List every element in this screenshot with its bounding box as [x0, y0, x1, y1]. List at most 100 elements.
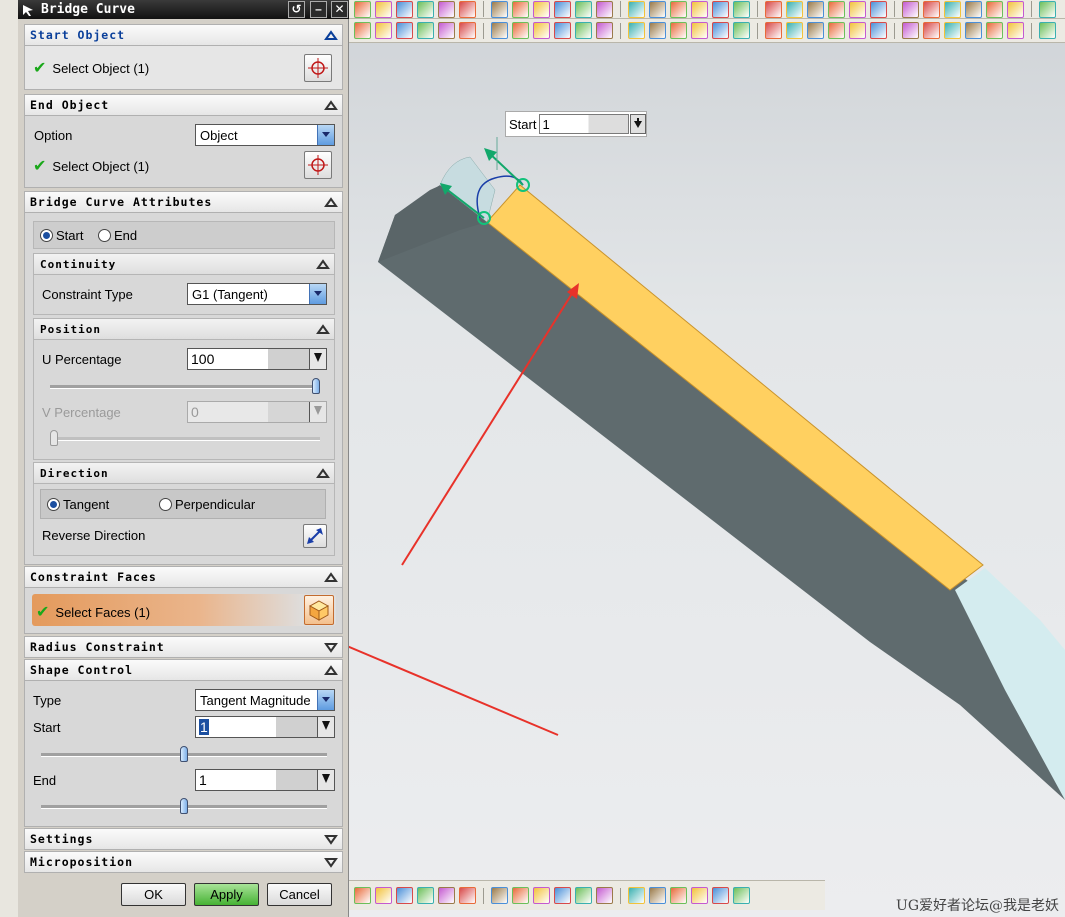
- toolbar-tool-icon[interactable]: [512, 887, 529, 904]
- toolbar-tool-icon[interactable]: [533, 0, 550, 18]
- radio-start[interactable]: Start: [40, 228, 83, 243]
- section-constraint-faces[interactable]: Constraint Faces: [24, 566, 343, 588]
- shape-type-dropdown[interactable]: Tangent Magnitude: [195, 689, 335, 711]
- toolbar-tool-icon[interactable]: [765, 0, 782, 18]
- toolbar-tool-icon[interactable]: [417, 887, 434, 904]
- toolbar-tool-icon[interactable]: [849, 22, 866, 39]
- toolbar-tool-icon[interactable]: [533, 22, 550, 39]
- radio-end-indicator[interactable]: [98, 229, 111, 242]
- viewport-start-input[interactable]: Start 1: [505, 111, 647, 137]
- shape-start-input[interactable]: 1: [195, 716, 335, 738]
- subsection-direction[interactable]: Direction: [33, 462, 335, 484]
- expand-chevron-icon[interactable]: [324, 640, 338, 654]
- u-percentage-input[interactable]: 100: [187, 348, 327, 370]
- cancel-button[interactable]: Cancel: [267, 883, 332, 906]
- toolbar-tool-icon[interactable]: [628, 22, 645, 39]
- toolbar-tool-icon[interactable]: [596, 0, 613, 18]
- toolbar-tool-icon[interactable]: [670, 887, 687, 904]
- toolbar-tool-icon[interactable]: [712, 887, 729, 904]
- toolbar-tool-icon[interactable]: [870, 0, 887, 18]
- radio-perpendicular[interactable]: Perpendicular: [159, 497, 255, 512]
- toolbar-tool-icon[interactable]: [670, 0, 687, 18]
- collapse-chevron-icon[interactable]: [316, 322, 330, 336]
- dialog-titlebar[interactable]: Bridge Curve ↺ – ✕: [18, 0, 349, 19]
- minimize-icon[interactable]: –: [310, 1, 327, 18]
- collapse-chevron-icon[interactable]: [324, 98, 338, 112]
- toolbar-tool-icon[interactable]: [438, 22, 455, 39]
- constraint-type-dropdown[interactable]: G1 (Tangent): [187, 283, 327, 305]
- toolbar-tool-icon[interactable]: [375, 22, 392, 39]
- u-percentage-slider-thumb[interactable]: [312, 378, 320, 394]
- shape-start-slider-thumb[interactable]: [180, 746, 188, 762]
- toolbar-tool-icon[interactable]: [396, 0, 413, 18]
- toolbar-tool-icon[interactable]: [691, 0, 708, 18]
- radio-perpendicular-indicator[interactable]: [159, 498, 172, 511]
- end-select-object-row[interactable]: ✔ Select Object (1): [33, 156, 149, 176]
- section-start-object[interactable]: Start Object: [24, 24, 343, 46]
- viewport-start-dropdown-icon[interactable]: [630, 114, 646, 134]
- spin-down-icon[interactable]: [309, 349, 326, 369]
- toolbar-tool-icon[interactable]: [828, 22, 845, 39]
- toolbar-tool-icon[interactable]: [765, 22, 782, 39]
- toolbar-tool-icon[interactable]: [438, 0, 455, 18]
- apply-button[interactable]: Apply: [194, 883, 259, 906]
- toolbar-tool-icon[interactable]: [491, 887, 508, 904]
- collapse-chevron-icon[interactable]: [324, 570, 338, 584]
- reverse-direction-button[interactable]: [303, 524, 327, 548]
- toolbar-tool-icon[interactable]: [923, 22, 940, 39]
- toolbar-tool-icon[interactable]: [628, 0, 645, 18]
- toolbar-tool-icon[interactable]: [512, 22, 529, 39]
- toolbar-tool-icon[interactable]: [965, 0, 982, 18]
- toolbar-tool-icon[interactable]: [396, 22, 413, 39]
- toolbar-tool-icon[interactable]: [512, 0, 529, 18]
- subsection-position[interactable]: Position: [33, 318, 335, 340]
- shape-end-slider-thumb[interactable]: [180, 798, 188, 814]
- toolbar-tool-icon[interactable]: [1039, 0, 1056, 18]
- toolbar-tool-icon[interactable]: [712, 0, 729, 18]
- section-radius-constraint[interactable]: Radius Constraint: [24, 636, 343, 658]
- collapse-chevron-icon[interactable]: [324, 195, 338, 209]
- dropdown-arrow-icon[interactable]: [317, 690, 334, 710]
- u-percentage-slider-track[interactable]: [50, 385, 320, 389]
- spin-down-icon[interactable]: [317, 770, 334, 790]
- toolbar-tool-icon[interactable]: [733, 887, 750, 904]
- toolbar-tool-icon[interactable]: [712, 22, 729, 39]
- dropdown-arrow-icon[interactable]: [317, 125, 334, 145]
- toolbar-tool-icon[interactable]: [733, 22, 750, 39]
- toolbar-tool-icon[interactable]: [649, 22, 666, 39]
- shape-end-input[interactable]: 1: [195, 769, 335, 791]
- collapse-chevron-icon[interactable]: [316, 466, 330, 480]
- radio-end[interactable]: End: [98, 228, 137, 243]
- toolbar-tool-icon[interactable]: [902, 0, 919, 18]
- toolbar-tool-icon[interactable]: [375, 0, 392, 18]
- toolbar-tool-icon[interactable]: [1039, 22, 1056, 39]
- section-microposition[interactable]: Microposition: [24, 851, 343, 873]
- expand-chevron-icon[interactable]: [324, 855, 338, 869]
- close-icon[interactable]: ✕: [331, 1, 348, 18]
- collapse-chevron-icon[interactable]: [324, 28, 338, 42]
- toolbar-tool-icon[interactable]: [649, 887, 666, 904]
- toolbar-tool-icon[interactable]: [944, 22, 961, 39]
- toolbar-tool-icon[interactable]: [354, 22, 371, 39]
- toolbar-tool-icon[interactable]: [596, 22, 613, 39]
- section-end-object[interactable]: End Object: [24, 94, 343, 116]
- toolbar-tool-icon[interactable]: [575, 0, 592, 18]
- toolbar-tool-icon[interactable]: [870, 22, 887, 39]
- option-dropdown[interactable]: Object: [195, 124, 335, 146]
- toolbar-tool-icon[interactable]: [554, 22, 571, 39]
- toolbar-tool-icon[interactable]: [354, 0, 371, 18]
- spin-down-icon[interactable]: [317, 717, 334, 737]
- toolbar-tool-icon[interactable]: [807, 22, 824, 39]
- section-shape-control[interactable]: Shape Control: [24, 659, 343, 681]
- toolbar-tool-icon[interactable]: [575, 887, 592, 904]
- toolbar-tool-icon[interactable]: [396, 887, 413, 904]
- reset-icon[interactable]: ↺: [288, 1, 305, 18]
- toolbar-tool-icon[interactable]: [575, 22, 592, 39]
- toolbar-tool-icon[interactable]: [459, 0, 476, 18]
- toolbar-tool-icon[interactable]: [375, 887, 392, 904]
- toolbar-tool-icon[interactable]: [986, 0, 1003, 18]
- radio-tangent[interactable]: Tangent: [47, 497, 109, 512]
- section-bridge-curve-attributes[interactable]: Bridge Curve Attributes: [24, 191, 343, 213]
- viewport-start-field[interactable]: 1: [539, 114, 630, 134]
- select-faces-button[interactable]: [304, 595, 334, 625]
